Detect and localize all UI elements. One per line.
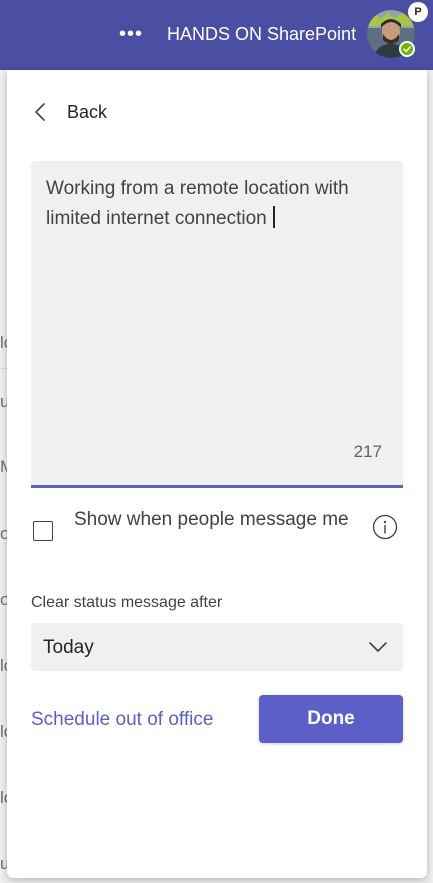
clear-after-dropdown[interactable]: Today xyxy=(31,623,403,671)
app-header: ••• HANDS ON SharePoint P xyxy=(0,0,433,70)
schedule-out-of-office-link[interactable]: Schedule out of office xyxy=(31,707,213,733)
clear-after-label: Clear status message after xyxy=(31,594,223,611)
text-caret xyxy=(272,206,275,228)
done-button[interactable]: Done xyxy=(259,695,403,743)
presence-available-icon xyxy=(399,41,415,57)
status-message-content: Working from a remote location with limi… xyxy=(46,174,366,234)
clear-after-value: Today xyxy=(43,637,94,658)
back-label: Back xyxy=(67,102,108,122)
status-message-panel: Back Working from a remote location with… xyxy=(7,70,427,878)
show-when-message-label[interactable]: Show when people message me xyxy=(74,505,359,535)
info-icon[interactable] xyxy=(372,514,398,540)
chevron-down-icon xyxy=(369,642,387,652)
show-when-message-checkbox[interactable] xyxy=(33,521,53,541)
org-name[interactable]: HANDS ON SharePoint xyxy=(167,22,356,46)
more-horizontal-icon[interactable]: ••• xyxy=(118,22,144,46)
chevron-left-icon xyxy=(35,103,45,121)
status-message-text: Working from a remote location with limi… xyxy=(46,178,349,229)
status-message-textarea[interactable]: Working from a remote location with limi… xyxy=(31,161,403,488)
character-count: 217 xyxy=(353,442,382,461)
back-button[interactable]: Back xyxy=(33,98,123,126)
account-badge: P xyxy=(408,2,428,22)
